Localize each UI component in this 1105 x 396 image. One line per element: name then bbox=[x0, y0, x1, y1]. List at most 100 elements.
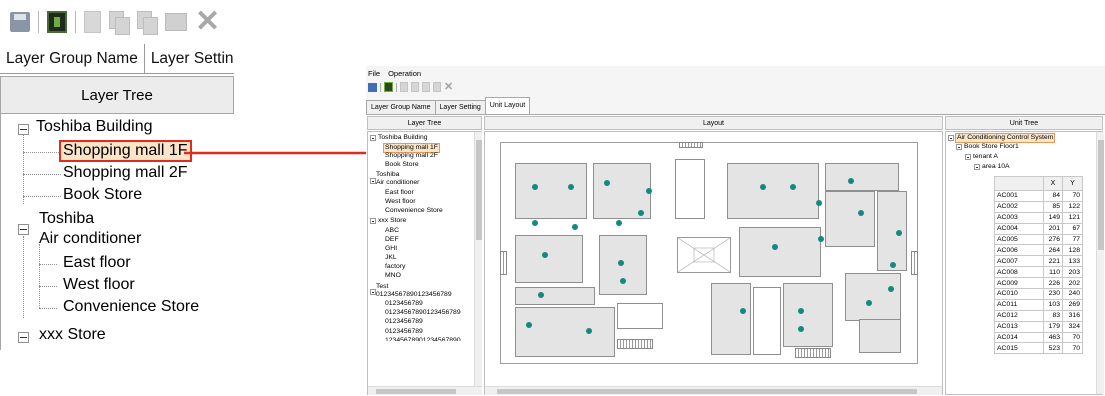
tree-node-toshiba-building[interactable]: Toshiba Building bbox=[378, 134, 428, 142]
tree-node-xxx-store[interactable]: xxx Store bbox=[39, 326, 106, 344]
table-row[interactable]: AC004 201 67 bbox=[994, 222, 1083, 235]
table-row[interactable]: AC010 230 240 bbox=[994, 288, 1083, 300]
layer-tree-vscrollbar[interactable] bbox=[474, 132, 482, 386]
unit-marker[interactable] bbox=[818, 236, 824, 242]
collapse-icon[interactable] bbox=[965, 154, 971, 160]
unit-marker[interactable] bbox=[618, 260, 624, 266]
collapse-icon[interactable] bbox=[948, 135, 954, 141]
unit-marker[interactable] bbox=[620, 278, 626, 284]
tree-node-long-2[interactable]: 01234567890123456789 bbox=[385, 309, 461, 317]
new-document-icon[interactable] bbox=[84, 11, 101, 33]
layout-hscrollbar[interactable] bbox=[485, 386, 942, 395]
unit-marker[interactable] bbox=[646, 188, 652, 194]
tree-node-west-floor[interactable]: West floor bbox=[385, 198, 415, 206]
tree-node-ghi[interactable]: GHI bbox=[385, 245, 397, 253]
tab-layer-group-name[interactable]: Layer Group Name bbox=[0, 44, 145, 73]
tree-node-air-conditioner[interactable]: Air conditioner bbox=[376, 179, 419, 187]
tree-node-convenience-store[interactable]: Convenience Store bbox=[385, 207, 443, 215]
unit-tree-area[interactable]: area 10A bbox=[982, 163, 1010, 171]
unit-marker[interactable] bbox=[798, 308, 804, 314]
unit-marker[interactable] bbox=[526, 322, 532, 328]
table-row[interactable]: AC012 83 316 bbox=[994, 309, 1083, 322]
tab-unit-layout[interactable]: Unit Layout bbox=[484, 97, 531, 114]
tab-layer-setting[interactable]: Layer Setting bbox=[434, 100, 486, 114]
table-row[interactable]: AC002 85 122 bbox=[994, 200, 1083, 213]
copy-icon[interactable] bbox=[411, 82, 419, 92]
unit-marker[interactable] bbox=[586, 328, 592, 334]
unit-marker[interactable] bbox=[542, 252, 548, 258]
unit-marker[interactable] bbox=[616, 220, 622, 226]
unit-marker[interactable] bbox=[888, 286, 894, 292]
unit-marker[interactable] bbox=[604, 180, 610, 186]
table-row[interactable]: AC011 103 269 bbox=[994, 298, 1083, 311]
collapse-icon[interactable] bbox=[370, 135, 376, 141]
tree-node-east-floor[interactable]: East floor bbox=[385, 189, 414, 197]
add-layer-icon[interactable] bbox=[433, 82, 441, 92]
layer-tree-hscrollbar[interactable] bbox=[368, 386, 482, 395]
tree-node-short-2[interactable]: 0123456789 bbox=[385, 318, 423, 326]
save-icon[interactable] bbox=[10, 12, 30, 32]
tree-node-shopping-mall-2f[interactable]: Shopping mall 2F bbox=[385, 152, 438, 160]
tree-node-convenience-store[interactable]: Convenience Store bbox=[63, 298, 199, 316]
unit-marker[interactable] bbox=[740, 308, 746, 314]
table-row[interactable]: AC005 276 77 bbox=[994, 233, 1083, 246]
unit-tree-tenant[interactable]: tenant A bbox=[973, 153, 998, 161]
exit-icon[interactable] bbox=[47, 11, 67, 33]
table-row[interactable]: AC001 84 70 bbox=[994, 190, 1083, 202]
unit-tree-floor[interactable]: Book Store Floor1 bbox=[964, 143, 1019, 151]
table-row[interactable]: AC008 110 203 bbox=[994, 266, 1083, 279]
unit-marker[interactable] bbox=[858, 210, 864, 216]
unit-marker[interactable] bbox=[638, 210, 644, 216]
tree-node-factory[interactable]: factory bbox=[385, 263, 405, 271]
collapse-icon[interactable] bbox=[974, 164, 980, 170]
copy-icon[interactable] bbox=[109, 11, 130, 35]
unit-marker[interactable] bbox=[760, 184, 766, 190]
tree-node-book-store[interactable]: Book Store bbox=[385, 161, 419, 169]
paste-icon[interactable] bbox=[422, 82, 430, 92]
tree-node-shopping-mall-1f[interactable]: Shopping mall 1F bbox=[59, 140, 192, 162]
delete-icon[interactable]: ✕ bbox=[195, 7, 220, 37]
save-icon[interactable] bbox=[368, 82, 377, 92]
tree-node-def[interactable]: DEF bbox=[385, 236, 399, 244]
unit-marker[interactable] bbox=[816, 200, 822, 206]
tree-node-short-3[interactable]: 0123456789 bbox=[385, 328, 423, 336]
tree-node-toshiba-building[interactable]: Toshiba Building bbox=[36, 118, 153, 136]
table-row[interactable]: AC009 226 202 bbox=[994, 277, 1083, 290]
unit-marker[interactable] bbox=[532, 220, 538, 226]
collapse-icon[interactable] bbox=[18, 124, 29, 135]
unit-marker[interactable] bbox=[572, 224, 578, 230]
unit-marker[interactable] bbox=[568, 184, 574, 190]
table-row[interactable]: AC003 149 121 bbox=[994, 211, 1083, 224]
collapse-icon[interactable] bbox=[18, 224, 29, 235]
tree-node-mno[interactable]: MNO bbox=[385, 272, 401, 280]
add-layer-icon[interactable] bbox=[165, 13, 187, 31]
collapse-icon[interactable] bbox=[956, 144, 962, 150]
unit-marker[interactable] bbox=[532, 184, 538, 190]
menu-file[interactable]: File bbox=[368, 69, 380, 78]
table-row[interactable]: AC006 264 128 bbox=[994, 244, 1083, 257]
collapse-icon[interactable] bbox=[370, 218, 376, 224]
tree-node-shopping-mall-2f[interactable]: Shopping mall 2F bbox=[63, 164, 188, 182]
tree-node-long-3[interactable]: 12345678901234567890 bbox=[385, 337, 461, 341]
tab-layer-group-name[interactable]: Layer Group Name bbox=[366, 100, 436, 114]
tree-node-book-store[interactable]: Book Store bbox=[63, 186, 142, 204]
tree-node-abc[interactable]: ABC bbox=[385, 227, 399, 235]
unit-marker[interactable] bbox=[848, 178, 854, 184]
table-row[interactable]: AC007 221 133 bbox=[994, 255, 1083, 268]
table-row[interactable]: AC015 523 70 bbox=[994, 342, 1083, 355]
new-document-icon[interactable] bbox=[400, 82, 408, 92]
unit-tree-root[interactable]: Air Conditioning Control System bbox=[955, 133, 1056, 143]
tree-node-east-floor[interactable]: East floor bbox=[63, 254, 131, 272]
menu-operation[interactable]: Operation bbox=[388, 69, 421, 78]
unit-marker[interactable] bbox=[772, 244, 778, 250]
unit-marker[interactable] bbox=[896, 230, 902, 236]
unit-marker[interactable] bbox=[890, 262, 896, 268]
tree-node-toshiba[interactable]: Toshiba bbox=[39, 210, 94, 228]
unit-marker[interactable] bbox=[866, 300, 872, 306]
unit-marker[interactable] bbox=[538, 292, 544, 298]
tree-node-short-1[interactable]: 0123456789 bbox=[385, 300, 423, 308]
tree-node-test[interactable]: Test bbox=[376, 283, 388, 291]
tree-node-xxx-store[interactable]: xxx Store bbox=[378, 217, 406, 225]
table-row[interactable]: AC013 179 324 bbox=[994, 320, 1083, 333]
tree-node-toshiba[interactable]: Toshiba bbox=[376, 171, 399, 179]
